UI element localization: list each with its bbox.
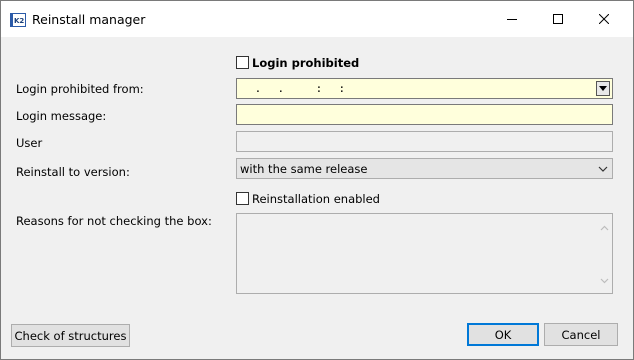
minimize-icon [507,19,517,20]
login-prohibited-from-label: Login prohibited from: [16,82,144,96]
minimize-button[interactable] [489,1,535,37]
reinstallation-enabled-checkbox[interactable] [236,192,249,205]
user-label: User [16,136,43,150]
app-icon: K2 [10,12,26,28]
scroll-down-icon [600,273,609,287]
title-bar[interactable]: K2 Reinstall manager [1,1,633,37]
cancel-button[interactable]: Cancel [544,323,618,346]
reasons-label: Reasons for not checking the box: [16,214,212,228]
login-prohibited-label[interactable]: Login prohibited [252,56,359,70]
reinstall-to-version-label: Reinstall to version: [16,165,130,179]
login-message-label: Login message: [16,109,107,123]
check-of-structures-button[interactable]: Check of structures [11,324,130,347]
svg-text:K2: K2 [14,17,24,25]
reinstall-to-version-select[interactable]: with the same release [236,158,613,179]
maximize-button[interactable] [535,1,581,37]
reinstall-to-version-value: with the same release [240,162,368,176]
login-prohibited-from-datetime-field[interactable]: . . : : [236,78,613,99]
datetime-value: . . : : [247,82,347,95]
reinstall-manager-window: K2 Reinstall manager Login prohibited Lo… [0,0,634,360]
close-icon [599,14,609,24]
user-field [236,131,613,152]
maximize-icon [553,14,563,24]
window-title: Reinstall manager [32,12,146,27]
dropdown-arrow-icon [599,86,607,91]
scroll-up-icon [600,220,609,234]
reinstallation-enabled-label[interactable]: Reinstallation enabled [252,192,380,206]
login-message-field[interactable] [236,104,613,125]
chevron-down-icon [598,163,608,177]
datetime-dropdown-button[interactable] [596,81,610,96]
ok-button[interactable]: OK [467,323,539,346]
login-prohibited-checkbox[interactable] [236,56,249,69]
close-button[interactable] [581,1,627,37]
reasons-textarea [236,213,613,294]
